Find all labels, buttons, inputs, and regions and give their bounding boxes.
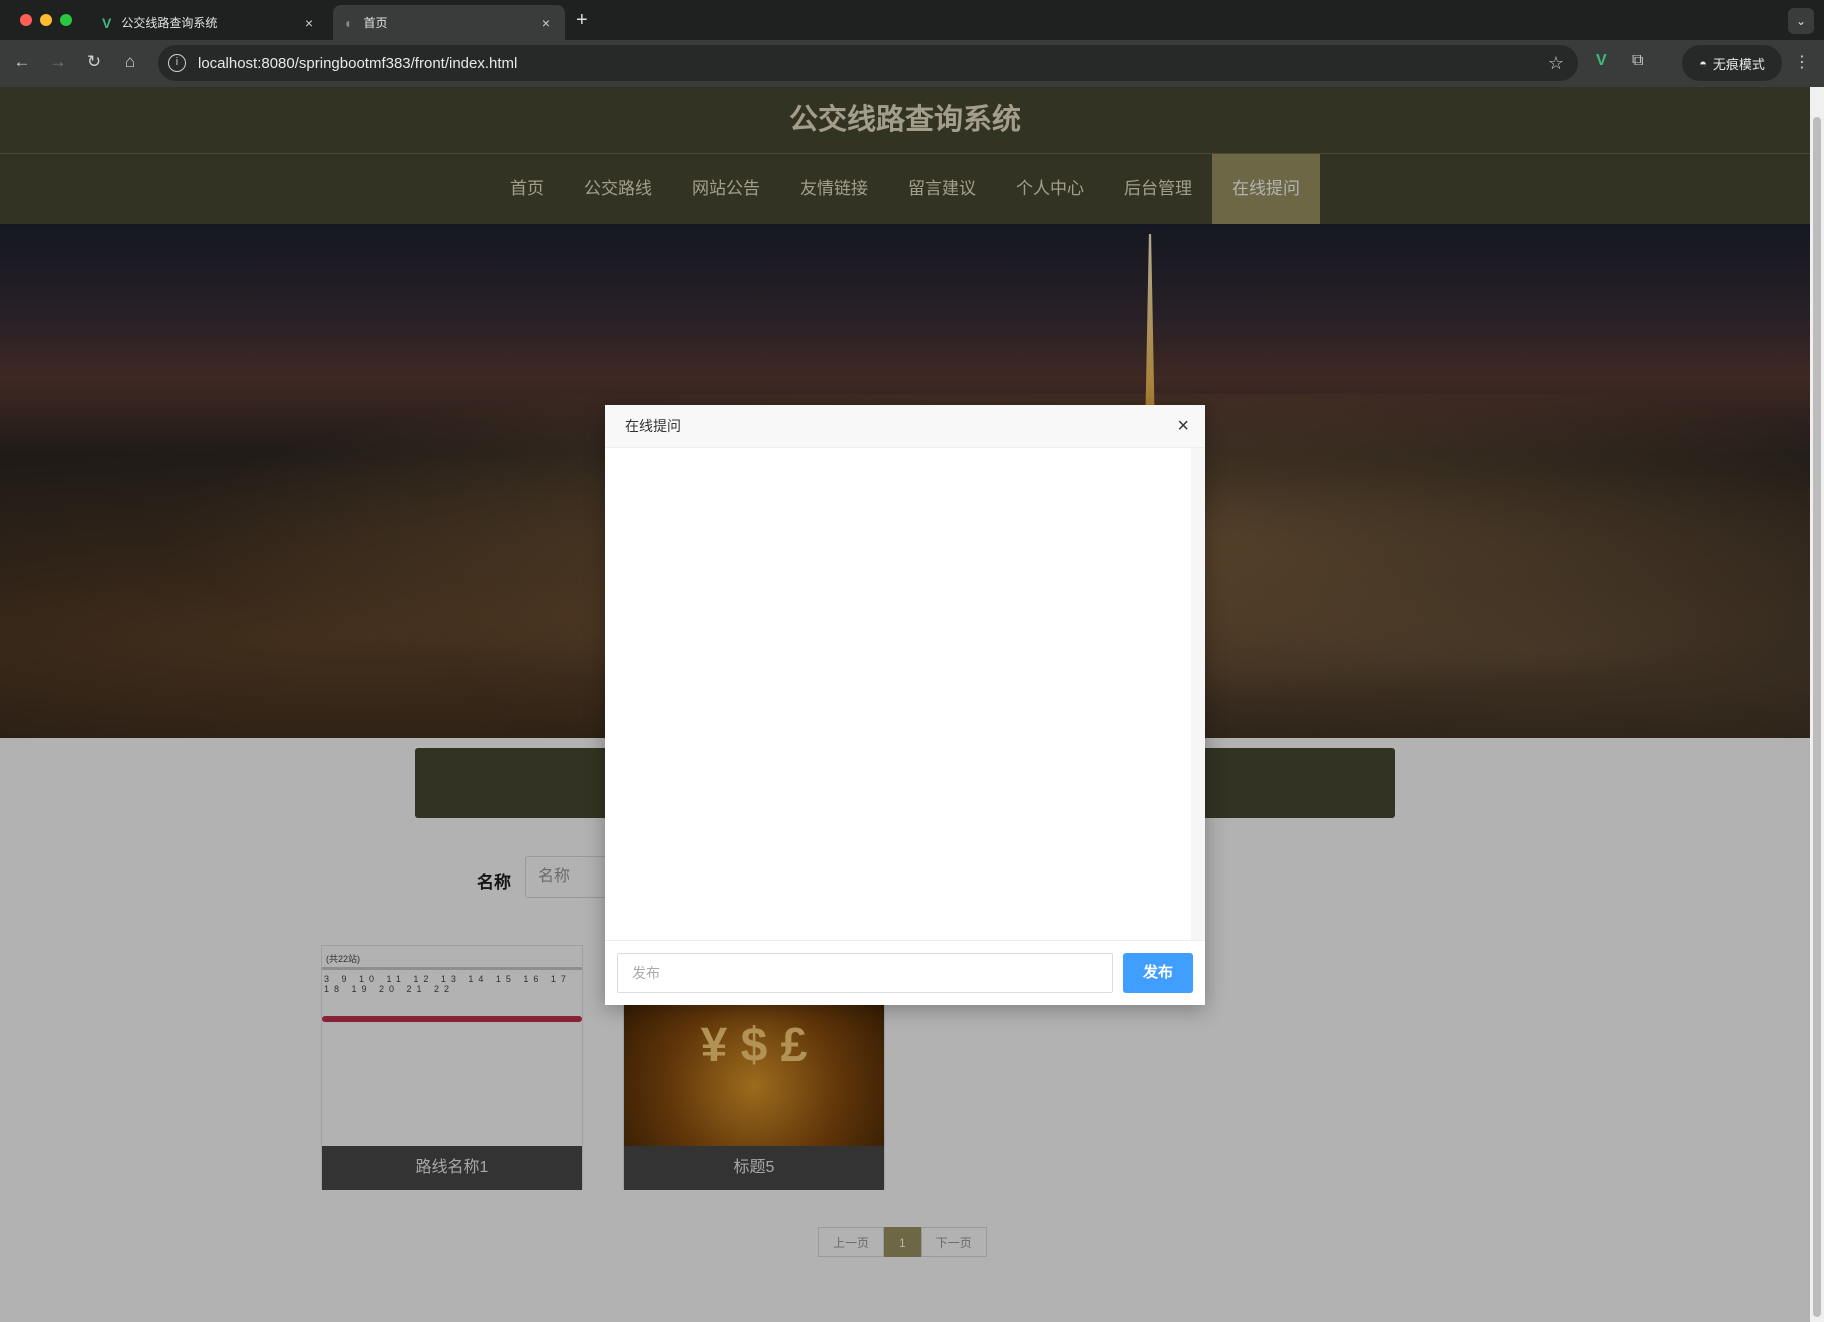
vue-devtools-icon[interactable]: V xyxy=(1596,52,1607,70)
dialog-title: 在线提问 xyxy=(625,418,681,434)
new-tab-button[interactable]: + xyxy=(576,9,588,32)
dialog-footer: 发布 发布 xyxy=(605,940,1205,1005)
close-window-button[interactable] xyxy=(20,14,32,26)
site-info-icon[interactable]: i xyxy=(168,54,186,72)
incognito-icon: ◓ xyxy=(1699,55,1707,71)
incognito-badge[interactable]: ◓ 无痕模式 xyxy=(1682,45,1782,81)
publish-button[interactable]: 发布 xyxy=(1123,953,1193,993)
close-icon[interactable]: × xyxy=(537,15,555,31)
vue-icon: V xyxy=(102,14,112,31)
reload-icon[interactable]: ↻ xyxy=(82,52,106,72)
tab-search-button[interactable]: ⌄ xyxy=(1788,8,1814,34)
bookmark-star-icon[interactable]: ☆ xyxy=(1548,53,1564,74)
tab-title: 公交线路查询系统 xyxy=(121,16,218,30)
more-menu-icon[interactable]: ⋮ xyxy=(1794,52,1810,72)
browser-toolbar: ← → ↻ ⌂ i localhost:8080/springbootmf383… xyxy=(0,40,1824,87)
page-scrollbar[interactable] xyxy=(1810,87,1824,1322)
close-icon[interactable]: × xyxy=(300,15,318,31)
minimize-window-button[interactable] xyxy=(40,14,52,26)
back-icon[interactable]: ← xyxy=(10,52,34,72)
dialog-header: 在线提问 × xyxy=(605,405,1205,448)
browser-tab-2[interactable]: ◐ 首页 × xyxy=(333,5,565,40)
extensions-icon[interactable]: ⧉ xyxy=(1632,52,1643,70)
page-viewport: 公交线路查询系统 首页 公交路线 网站公告 友情链接 留言建议 个人中心 后台管… xyxy=(0,87,1810,1322)
chat-messages-area[interactable] xyxy=(605,448,1205,940)
address-bar[interactable]: i localhost:8080/springbootmf383/front/i… xyxy=(158,45,1578,81)
close-icon[interactable]: × xyxy=(1177,405,1189,448)
scrollbar-thumb[interactable] xyxy=(1813,117,1821,1317)
online-question-dialog: 在线提问 × 发布 发布 xyxy=(605,405,1205,1005)
question-input[interactable]: 发布 xyxy=(617,953,1113,993)
browser-tab-strip: V 公交线路查询系统 × ◐ 首页 × + ⌄ xyxy=(0,0,1824,40)
incognito-label: 无痕模式 xyxy=(1712,56,1765,72)
home-icon[interactable]: ⌂ xyxy=(118,52,142,72)
browser-tab-1[interactable]: V 公交线路查询系统 × xyxy=(90,5,328,40)
tab-title: 首页 xyxy=(363,16,388,30)
maximize-window-button[interactable] xyxy=(60,14,72,26)
globe-icon: ◐ xyxy=(345,14,354,31)
url-text[interactable]: localhost:8080/springbootmf383/front/ind… xyxy=(198,55,1548,72)
forward-icon[interactable]: → xyxy=(46,52,70,72)
